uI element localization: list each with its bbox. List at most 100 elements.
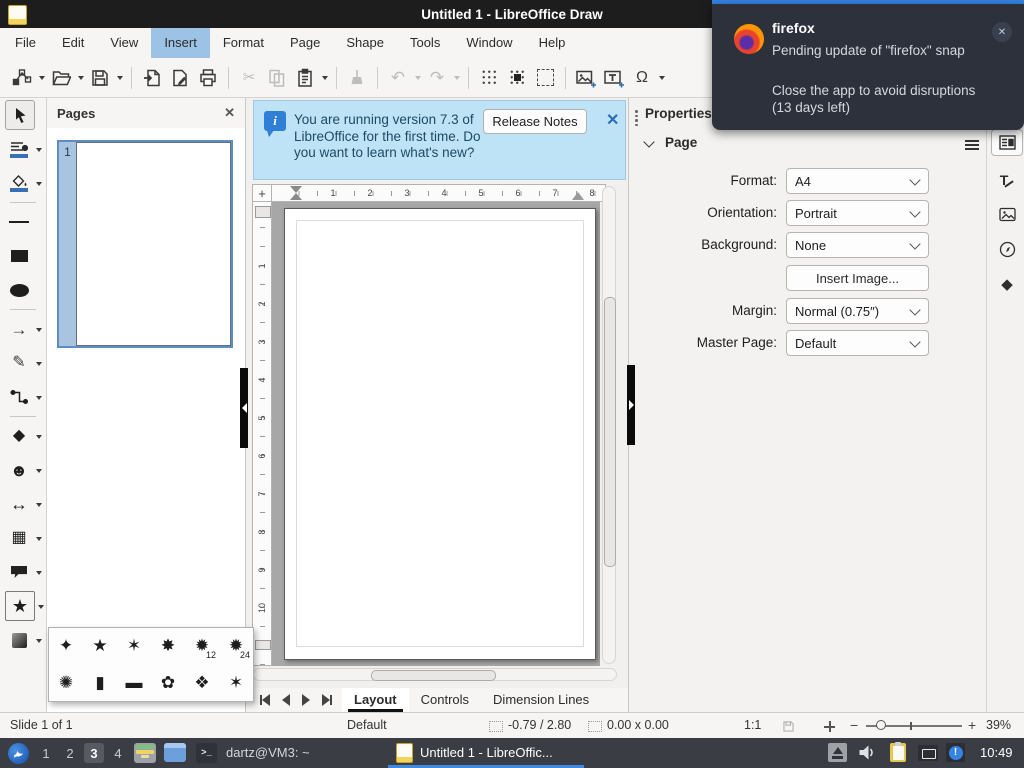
- star-12-point[interactable]: ✹ 12: [185, 628, 219, 665]
- display-grid-icon[interactable]: [475, 63, 503, 93]
- indent-marker-top[interactable]: [290, 186, 302, 193]
- workspace-2[interactable]: 2: [60, 743, 80, 763]
- dropdown-arrow[interactable]: [33, 625, 44, 655]
- star-5-point[interactable]: ★: [83, 628, 117, 665]
- tab-gallery-icon[interactable]: [995, 202, 1019, 226]
- margin-select[interactable]: Normal (0.75″): [786, 298, 929, 324]
- special-character-icon[interactable]: Ω: [628, 63, 656, 93]
- zoom-percent[interactable]: 39%: [986, 718, 1011, 732]
- dropdown-arrow[interactable]: [319, 63, 330, 93]
- bottom-margin-marker[interactable]: [255, 640, 271, 650]
- active-window-label[interactable]: Untitled 1 - LibreOffic...: [420, 745, 553, 760]
- page-thumbnail[interactable]: 1: [57, 140, 233, 348]
- shape-doorplate[interactable]: ❖: [185, 665, 219, 702]
- connectors-icon[interactable]: [5, 388, 33, 406]
- 3d-objects-icon[interactable]: [5, 632, 33, 648]
- workspace-4[interactable]: 4: [108, 743, 128, 763]
- master-page-select[interactable]: Default: [786, 330, 929, 356]
- tab-layout[interactable]: Layout: [342, 688, 409, 712]
- clipboard-icon[interactable]: [890, 742, 906, 762]
- pages-panel-splitter[interactable]: [240, 368, 248, 448]
- basic-shapes-icon[interactable]: ◆: [5, 428, 33, 444]
- ellipse-icon[interactable]: [5, 283, 33, 297]
- vertical-ruler[interactable]: 1 2 3 4 5 6 7 8 9 10: [252, 202, 272, 666]
- workspace-3[interactable]: 3: [84, 743, 104, 763]
- volume-icon[interactable]: [858, 744, 876, 764]
- fit-slide-icon[interactable]: [824, 721, 835, 732]
- dropdown-arrow[interactable]: [33, 557, 44, 587]
- select-tool-icon[interactable]: [5, 100, 35, 130]
- release-notes-button[interactable]: Release Notes: [483, 109, 587, 134]
- lines-arrows-icon[interactable]: →: [5, 321, 33, 338]
- horizontal-scrollbar-thumb[interactable]: [371, 670, 496, 681]
- menu-format[interactable]: Format: [210, 28, 277, 58]
- curves-polygons-icon[interactable]: ✎: [5, 355, 33, 371]
- open-file-icon[interactable]: [47, 63, 75, 93]
- zoom-slider-thumb[interactable]: [876, 720, 886, 730]
- menu-file[interactable]: File: [2, 28, 49, 58]
- eject-icon[interactable]: [828, 743, 847, 762]
- symbol-shapes-icon[interactable]: ☻: [5, 462, 33, 479]
- network-icon[interactable]: [918, 745, 938, 761]
- dropdown-arrow[interactable]: [75, 63, 86, 93]
- dropdown-arrow[interactable]: [33, 382, 44, 412]
- first-page-icon[interactable]: [260, 694, 270, 706]
- menu-shape[interactable]: Shape: [333, 28, 397, 58]
- menu-insert[interactable]: Insert: [151, 28, 210, 58]
- menu-page[interactable]: Page: [277, 28, 333, 58]
- star-6-point[interactable]: ✶: [117, 628, 151, 665]
- menu-tools[interactable]: Tools: [397, 28, 453, 58]
- shape-vertical-scroll[interactable]: ▮: [83, 665, 117, 702]
- star-4-point[interactable]: ✦: [49, 628, 83, 665]
- zoom-in-icon[interactable]: +: [968, 717, 976, 733]
- background-select[interactable]: None: [786, 232, 929, 258]
- callouts-icon[interactable]: [5, 566, 33, 578]
- shape-explosion[interactable]: ✺: [49, 665, 83, 702]
- dropdown-arrow[interactable]: [33, 314, 44, 344]
- horizontal-ruler[interactable]: 1 2 3 4 5 6 7 8: [272, 184, 606, 202]
- tab-dimension-lines[interactable]: Dimension Lines: [481, 688, 601, 712]
- helplines-icon[interactable]: [531, 63, 559, 93]
- flowchart-icon[interactable]: ▦: [5, 530, 33, 546]
- print-icon[interactable]: [194, 63, 222, 93]
- drawing-canvas[interactable]: [272, 202, 600, 666]
- shape-horizontal-scroll[interactable]: ▬: [117, 665, 151, 702]
- previous-page-icon[interactable]: [282, 694, 290, 706]
- zoom-out-icon[interactable]: −: [850, 717, 858, 733]
- notification-body[interactable]: firefox Pending update of "firefox" snap…: [712, 4, 1024, 130]
- dropdown-arrow[interactable]: [656, 63, 667, 93]
- vertical-scrollbar[interactable]: [602, 186, 616, 664]
- menu-edit[interactable]: Edit: [49, 28, 97, 58]
- menu-window[interactable]: Window: [453, 28, 525, 58]
- shape-signet[interactable]: ✿: [151, 665, 185, 702]
- dropdown-arrow[interactable]: [33, 168, 44, 198]
- insert-image-icon[interactable]: [572, 63, 600, 93]
- last-page-icon[interactable]: [322, 694, 332, 706]
- dropdown-arrow[interactable]: [114, 63, 125, 93]
- orientation-select[interactable]: Portrait: [786, 200, 929, 226]
- insert-textbox-icon[interactable]: [600, 63, 628, 93]
- draw-document-icon[interactable]: [396, 743, 413, 763]
- dropdown-arrow[interactable]: [33, 455, 44, 485]
- shape-star-concave[interactable]: ✶: [219, 665, 253, 702]
- insert-image-button[interactable]: Insert Image...: [786, 265, 929, 291]
- terminal-icon[interactable]: >_: [196, 743, 217, 763]
- tab-styles-icon[interactable]: T: [995, 168, 1019, 192]
- sidebar-splitter[interactable]: [627, 365, 635, 445]
- clock[interactable]: 10:49: [980, 745, 1013, 760]
- line-style-icon[interactable]: [5, 141, 33, 158]
- fill-color-icon[interactable]: [5, 174, 33, 192]
- horizontal-scrollbar[interactable]: [253, 668, 617, 681]
- stars-banners-icon[interactable]: ★: [5, 591, 35, 621]
- section-menu-icon[interactable]: [965, 140, 979, 153]
- menu-help[interactable]: Help: [526, 28, 579, 58]
- rectangle-icon[interactable]: [5, 250, 33, 262]
- tab-properties-icon[interactable]: [991, 129, 1023, 156]
- format-select[interactable]: A4: [786, 168, 929, 194]
- star-24-point[interactable]: ✹ 24: [219, 628, 253, 665]
- edit-file-icon[interactable]: [166, 63, 194, 93]
- dropdown-arrow[interactable]: [33, 523, 44, 553]
- tab-shapes-icon[interactable]: ◆: [995, 272, 1019, 296]
- style-name[interactable]: Default: [347, 718, 387, 732]
- dropdown-arrow[interactable]: [33, 134, 44, 164]
